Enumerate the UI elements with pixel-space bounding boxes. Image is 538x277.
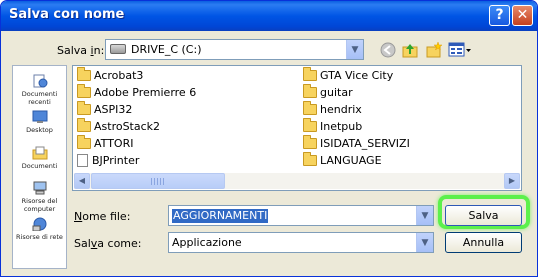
filename-value: AGGIORNAMENTI <box>172 209 269 223</box>
folder-icon <box>303 117 317 132</box>
list-item[interactable]: Inetpub <box>303 117 362 135</box>
scrollbar-thumb[interactable] <box>91 173 225 189</box>
folder-icon <box>303 151 317 166</box>
my-computer-icon <box>33 181 46 195</box>
folder-icon <box>77 83 91 98</box>
folder-icon <box>303 66 317 81</box>
folder-icon <box>77 134 91 149</box>
list-item[interactable]: Adobe Premierre 6 <box>77 83 196 101</box>
list-item[interactable]: ASPI32 <box>77 100 132 118</box>
folder-icon <box>303 100 317 115</box>
folder-icon <box>77 100 91 115</box>
filetype-select[interactable]: Applicazione ▼ <box>168 232 434 253</box>
save-in-label: Salva in: <box>57 44 105 57</box>
new-folder-icon[interactable] <box>425 41 443 59</box>
place-network[interactable]: Risorse di rete <box>13 217 66 241</box>
filename-label: Nome file: <box>74 210 131 223</box>
chevron-down-icon[interactable]: ▼ <box>416 206 433 225</box>
scroll-right-icon[interactable]: ▶ <box>504 173 520 189</box>
close-button[interactable]: ✕ <box>512 5 533 26</box>
folder-icon <box>77 117 91 132</box>
list-item[interactable]: hendrix <box>303 100 362 118</box>
save-button[interactable]: Salva <box>445 205 522 226</box>
help-icon: ? <box>495 7 504 23</box>
list-item[interactable]: GTA Vice City <box>303 66 393 84</box>
title-bar[interactable]: Salva con nome ? ✕ <box>1 1 537 31</box>
filetype-label: Salva come: <box>74 237 142 250</box>
list-item[interactable]: guitar <box>303 83 353 101</box>
list-item[interactable]: AstroStack2 <box>77 117 160 135</box>
window-title: Salva con nome <box>9 7 125 22</box>
network-icon <box>32 217 46 231</box>
place-desktop[interactable]: Desktop <box>13 110 66 134</box>
scroll-left-icon[interactable]: ◀ <box>74 173 90 189</box>
file-icon <box>77 153 88 167</box>
place-label: Risorse di rete <box>16 233 63 241</box>
save-in-combo[interactable]: DRIVE_C (C:) ▼ <box>105 39 364 60</box>
chevron-down-icon[interactable]: ▼ <box>346 40 363 59</box>
grip-icon <box>151 178 165 185</box>
close-icon: ✕ <box>516 7 529 23</box>
folder-icon <box>303 134 317 149</box>
back-icon[interactable] <box>379 41 397 59</box>
folder-icon <box>303 83 317 98</box>
drive-icon <box>110 44 126 54</box>
list-item[interactable]: Acrobat3 <box>77 66 143 84</box>
horizontal-scrollbar[interactable]: ◀ ▶ <box>74 173 520 189</box>
place-recent-documents[interactable]: Documenti recenti <box>13 74 66 106</box>
list-item[interactable]: ISIDATA_SERVIZI <box>303 134 410 152</box>
chevron-down-icon[interactable]: ▼ <box>416 233 433 252</box>
help-button[interactable]: ? <box>489 5 510 26</box>
save-as-dialog: Salva con nome ? ✕ Salva in: DRIVE_C (C:… <box>0 0 538 277</box>
folder-icon <box>77 66 91 81</box>
filename-field[interactable]: AGGIORNAMENTI ▼ <box>168 205 434 226</box>
filetype-value: Applicazione <box>172 236 242 249</box>
places-bar: Documenti recenti Desktop Documenti Riso… <box>12 65 67 269</box>
desktop-icon <box>32 110 47 123</box>
save-in-value: DRIVE_C (C:) <box>131 43 202 56</box>
place-my-computer[interactable]: Risorse del computer <box>13 181 66 213</box>
place-label: Documenti <box>21 162 58 170</box>
recent-documents-icon <box>33 74 47 88</box>
up-folder-icon[interactable] <box>401 41 419 59</box>
list-item[interactable]: BJPrinter <box>77 153 139 169</box>
list-item[interactable]: ATTORI <box>77 134 133 152</box>
place-documents[interactable]: Documenti <box>13 146 66 170</box>
list-item[interactable]: LANGUAGE <box>303 151 382 169</box>
documents-icon <box>32 146 47 160</box>
place-label: Desktop <box>26 126 53 134</box>
view-menu-icon[interactable] <box>448 41 472 59</box>
place-label: Risorse del computer <box>21 197 58 213</box>
file-list[interactable]: Acrobat3 Adobe Premierre 6 ASPI32 AstroS… <box>72 65 522 191</box>
place-label: Documenti recenti <box>21 90 58 106</box>
cancel-button[interactable]: Annulla <box>445 232 522 253</box>
